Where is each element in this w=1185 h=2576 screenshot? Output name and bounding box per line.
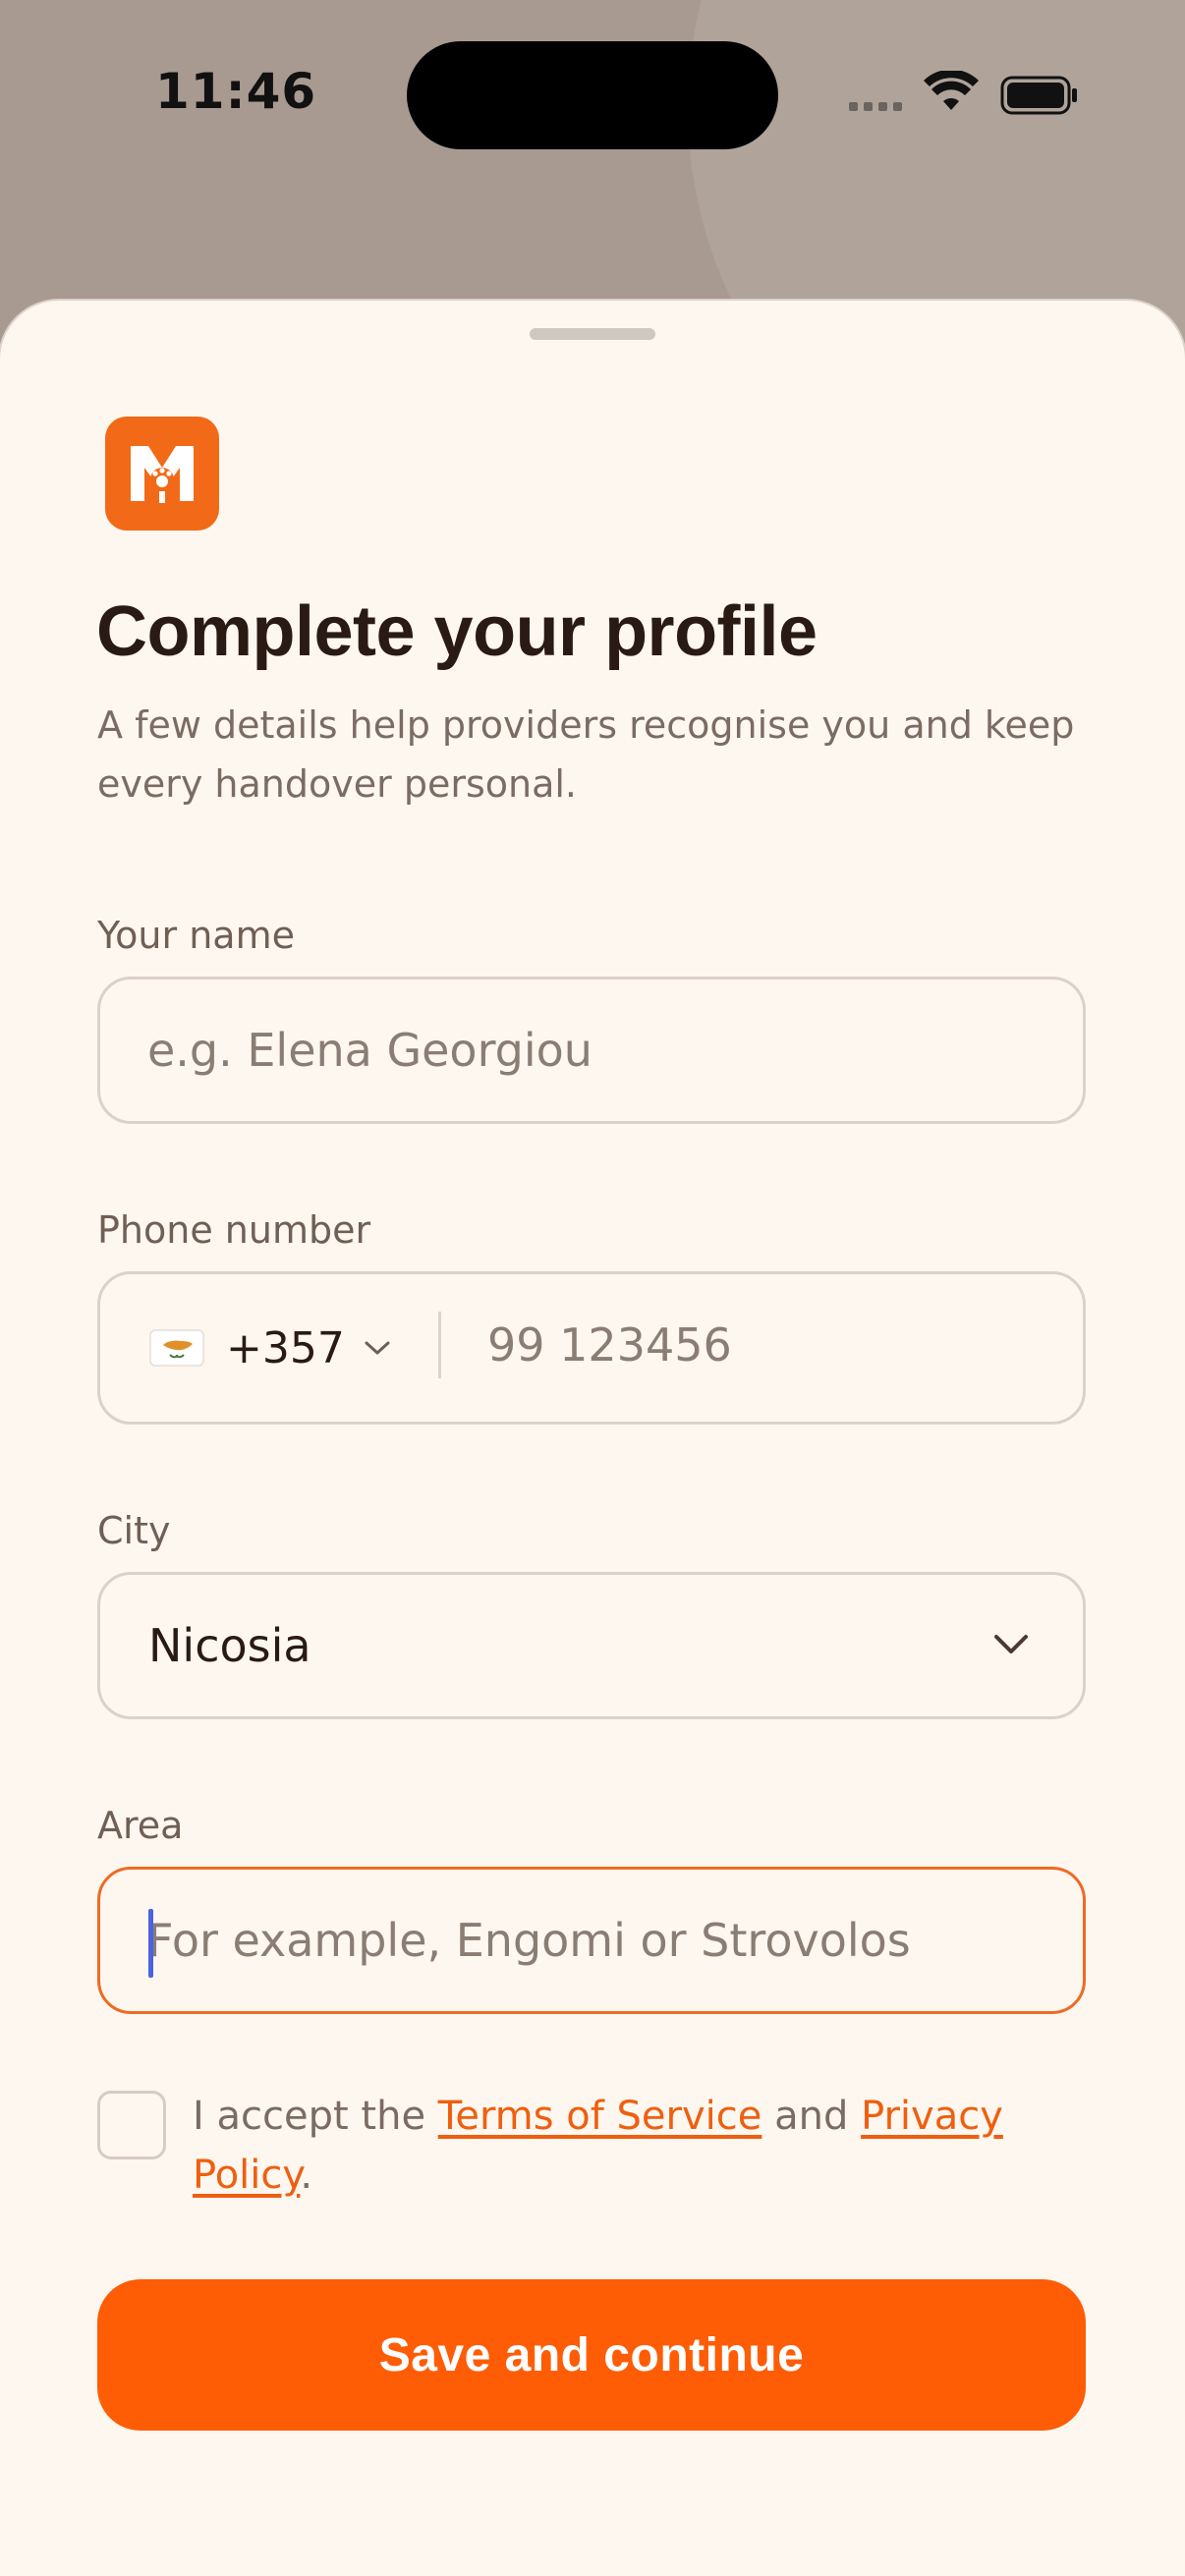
dial-code: +357	[226, 1322, 345, 1373]
country-code-picker[interactable]: +357	[149, 1274, 392, 1422]
profile-sheet: Complete your profile A few details help…	[0, 301, 1185, 2576]
name-field[interactable]	[97, 977, 1086, 1124]
terms-suffix: .	[300, 2153, 313, 2198]
sheet-grabber[interactable]	[530, 328, 655, 340]
phone-input[interactable]	[487, 1274, 1038, 1416]
cyprus-flag-icon	[149, 1329, 204, 1367]
page-title: Complete your profile	[96, 592, 818, 671]
cellular-signal-icon	[849, 102, 902, 111]
terms-checkbox[interactable]	[97, 2091, 166, 2159]
area-label: Area	[97, 1804, 184, 1847]
phone-field: +357	[97, 1271, 1086, 1425]
area-field[interactable]	[97, 1867, 1086, 2014]
text-caret	[148, 1909, 153, 1978]
terms-text: I accept the Terms of Service and Privac…	[193, 2087, 1038, 2205]
page-subtitle: A few details help providers recognise y…	[97, 703, 1075, 806]
chevron-down-icon	[365, 1341, 390, 1355]
dynamic-island	[407, 41, 778, 149]
status-time: 11:46	[155, 63, 317, 120]
name-label: Your name	[97, 914, 295, 957]
terms-middle: and	[762, 2094, 862, 2139]
city-select[interactable]: Nicosia	[97, 1572, 1086, 1719]
city-selected-value: Nicosia	[148, 1619, 311, 1672]
chevron-down-icon	[994, 1635, 1028, 1653]
terms-prefix: I accept the	[193, 2094, 438, 2139]
phone-label: Phone number	[97, 1208, 371, 1252]
phone-divider	[438, 1312, 441, 1378]
battery-icon	[1000, 76, 1077, 115]
app-logo-icon	[105, 417, 219, 531]
save-and-continue-button[interactable]: Save and continue	[97, 2279, 1086, 2431]
wifi-icon	[924, 71, 979, 110]
city-label: City	[97, 1509, 171, 1552]
name-input[interactable]	[147, 980, 1032, 1121]
terms-of-service-link[interactable]: Terms of Service	[438, 2094, 762, 2139]
area-input[interactable]	[147, 1870, 1032, 2011]
